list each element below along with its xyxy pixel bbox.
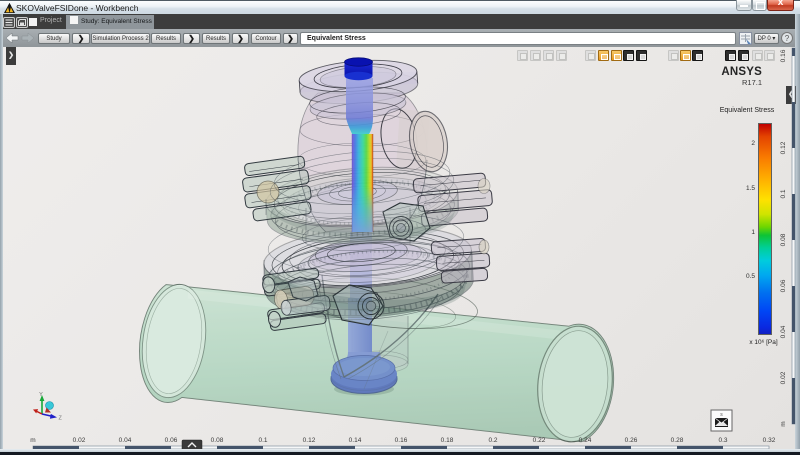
svg-text:0.02: 0.02 xyxy=(780,371,787,384)
svg-text:0.06: 0.06 xyxy=(165,437,178,444)
svg-text:0.02: 0.02 xyxy=(73,437,86,444)
svg-text:0.1: 0.1 xyxy=(780,189,787,198)
svg-text:0.12: 0.12 xyxy=(780,141,787,154)
svg-text:0.12: 0.12 xyxy=(303,437,316,444)
svg-text:0.32: 0.32 xyxy=(763,437,776,444)
svg-text:0.04: 0.04 xyxy=(780,325,787,338)
svg-text:0.18: 0.18 xyxy=(441,437,454,444)
svg-text:0.16: 0.16 xyxy=(395,437,408,444)
svg-text:0.08: 0.08 xyxy=(211,437,224,444)
svg-text:0.22: 0.22 xyxy=(533,437,546,444)
svg-text:0.04: 0.04 xyxy=(119,437,132,444)
svg-text:0.3: 0.3 xyxy=(718,437,727,444)
svg-text:0.2: 0.2 xyxy=(488,437,497,444)
svg-text:0.16: 0.16 xyxy=(780,49,787,62)
svg-text:0.28: 0.28 xyxy=(671,437,684,444)
svg-text:m: m xyxy=(780,421,787,426)
svg-text:m: m xyxy=(30,437,35,444)
svg-text:0.24: 0.24 xyxy=(579,437,592,444)
svg-text:0.06: 0.06 xyxy=(780,279,787,292)
svg-text:Y: Y xyxy=(39,392,43,398)
svg-text:0.08: 0.08 xyxy=(780,233,787,246)
svg-text:0.26: 0.26 xyxy=(625,437,638,444)
svg-text:0.1: 0.1 xyxy=(258,437,267,444)
svg-text:Z: Z xyxy=(59,416,63,422)
svg-text:0.14: 0.14 xyxy=(349,437,362,444)
